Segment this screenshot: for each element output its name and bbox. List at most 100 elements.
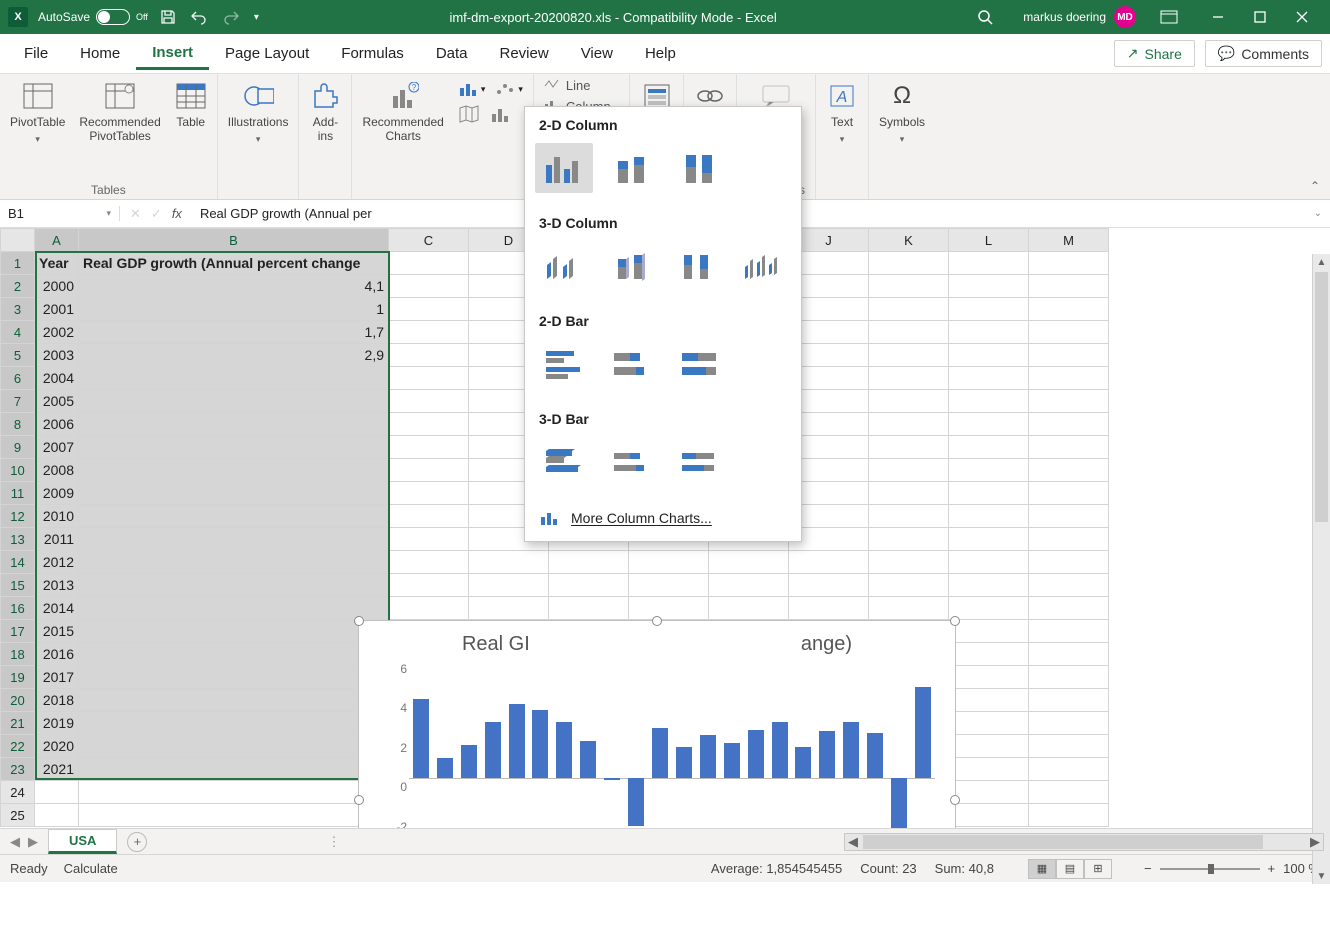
cell-M5[interactable]	[1029, 344, 1109, 367]
cell-M10[interactable]	[1029, 459, 1109, 482]
scroll-thumb[interactable]	[1315, 272, 1328, 522]
cell-C3[interactable]	[389, 298, 469, 321]
cell-B7[interactable]	[79, 390, 389, 413]
row-header-25[interactable]: 25	[1, 804, 35, 827]
cell-A23[interactable]: 2021	[35, 758, 79, 781]
chart-plot-area[interactable]: 6420-2-4-6-8 123456789101112131415161718…	[409, 662, 935, 828]
cell-D15[interactable]	[469, 574, 549, 597]
toggle-icon[interactable]	[96, 9, 130, 25]
cell-H15[interactable]	[629, 574, 709, 597]
col-header-M[interactable]: M	[1029, 229, 1109, 252]
cell-K4[interactable]	[869, 321, 949, 344]
cell-C9[interactable]	[389, 436, 469, 459]
cell-M7[interactable]	[1029, 390, 1109, 413]
cell-L6[interactable]	[949, 367, 1029, 390]
row-header-21[interactable]: 21	[1, 712, 35, 735]
stacked-column-3d[interactable]	[602, 241, 659, 291]
cell-C1[interactable]	[389, 252, 469, 275]
cell-B3[interactable]: 1	[79, 298, 389, 321]
cell-M11[interactable]	[1029, 482, 1109, 505]
cell-B19[interactable]	[79, 666, 389, 689]
cell-A7[interactable]: 2005	[35, 390, 79, 413]
cell-A19[interactable]: 2017	[35, 666, 79, 689]
cell-K5[interactable]	[869, 344, 949, 367]
maximize-button[interactable]	[1240, 3, 1280, 31]
cell-B12[interactable]	[79, 505, 389, 528]
cell-A22[interactable]: 2020	[35, 735, 79, 758]
tab-view[interactable]: View	[565, 39, 629, 68]
cell-L13[interactable]	[949, 528, 1029, 551]
view-page-layout-icon[interactable]: ▤	[1056, 859, 1084, 879]
cell-A15[interactable]: 2013	[35, 574, 79, 597]
row-header-10[interactable]: 10	[1, 459, 35, 482]
clustered-bar-3d[interactable]	[535, 437, 593, 487]
cell-A13[interactable]: 2011	[35, 528, 79, 551]
cell-M22[interactable]	[1029, 735, 1109, 758]
more-column-charts[interactable]: More Column Charts...	[525, 499, 801, 537]
expand-formula-bar-icon[interactable]: ⌄	[1306, 208, 1330, 219]
cell-L1[interactable]	[949, 252, 1029, 275]
cell-B4[interactable]: 1,7	[79, 321, 389, 344]
cell-M15[interactable]	[1029, 574, 1109, 597]
sparkline-line[interactable]: Line	[544, 78, 619, 93]
cell-L12[interactable]	[949, 505, 1029, 528]
hscroll-left-icon[interactable]: ◀	[845, 834, 861, 850]
cell-K16[interactable]	[869, 597, 949, 620]
row-header-1[interactable]: 1	[1, 252, 35, 275]
tab-scroll-splitter[interactable]: ⋮	[327, 834, 340, 850]
cell-A3[interactable]: 2001	[35, 298, 79, 321]
cell-C12[interactable]	[389, 505, 469, 528]
zoom-in-button[interactable]: +	[1268, 861, 1276, 876]
cell-K14[interactable]	[869, 551, 949, 574]
row-header-7[interactable]: 7	[1, 390, 35, 413]
row-header-3[interactable]: 3	[1, 298, 35, 321]
table-button[interactable]: Table	[175, 80, 207, 130]
cell-M6[interactable]	[1029, 367, 1109, 390]
tab-home[interactable]: Home	[64, 39, 136, 68]
cell-A21[interactable]: 2019	[35, 712, 79, 735]
row-header-14[interactable]: 14	[1, 551, 35, 574]
col-header-L[interactable]: L	[949, 229, 1029, 252]
cell-J15[interactable]	[789, 574, 869, 597]
cell-L4[interactable]	[949, 321, 1029, 344]
100-stacked-column-3d[interactable]	[668, 241, 725, 291]
cell-K7[interactable]	[869, 390, 949, 413]
minimize-button[interactable]	[1198, 3, 1238, 31]
cell-M1[interactable]	[1029, 252, 1109, 275]
sheet-nav-prev-icon[interactable]: ◀	[10, 834, 20, 850]
row-header-16[interactable]: 16	[1, 597, 35, 620]
cell-B16[interactable]	[79, 597, 389, 620]
cell-C2[interactable]	[389, 275, 469, 298]
cell-C15[interactable]	[389, 574, 469, 597]
tab-review[interactable]: Review	[484, 39, 565, 68]
cell-L20[interactable]	[949, 689, 1029, 712]
cell-M13[interactable]	[1029, 528, 1109, 551]
cell-K1[interactable]	[869, 252, 949, 275]
sheet-nav-next-icon[interactable]: ▶	[28, 834, 38, 850]
cell-M21[interactable]	[1029, 712, 1109, 735]
cell-B11[interactable]	[79, 482, 389, 505]
symbols-button[interactable]: ΩSymbols▾	[879, 80, 925, 144]
user-account[interactable]: markus doering MD	[1023, 6, 1136, 28]
cell-A20[interactable]: 2018	[35, 689, 79, 712]
addins-button[interactable]: Add- ins	[309, 80, 341, 144]
cell-14[interactable]	[549, 551, 629, 574]
autosave-toggle[interactable]: AutoSave Off	[38, 9, 148, 25]
cell-I15[interactable]	[709, 574, 789, 597]
cell-M12[interactable]	[1029, 505, 1109, 528]
text-button[interactable]: AText▾	[826, 80, 858, 144]
cell-B2[interactable]: 4,1	[79, 275, 389, 298]
tab-file[interactable]: File	[8, 39, 64, 68]
cell-B18[interactable]	[79, 643, 389, 666]
cell-M20[interactable]	[1029, 689, 1109, 712]
cell-L19[interactable]	[949, 666, 1029, 689]
zoom-slider[interactable]	[1160, 868, 1260, 870]
cell-M19[interactable]	[1029, 666, 1109, 689]
vertical-scrollbar[interactable]: ▲ ▼	[1312, 254, 1330, 884]
comments-button[interactable]: 💬Comments	[1205, 40, 1322, 67]
cell-K11[interactable]	[869, 482, 949, 505]
cell-B5[interactable]: 2,9	[79, 344, 389, 367]
tab-insert[interactable]: Insert	[136, 38, 209, 70]
cell-B25[interactable]	[79, 804, 389, 827]
cell-B9[interactable]	[79, 436, 389, 459]
